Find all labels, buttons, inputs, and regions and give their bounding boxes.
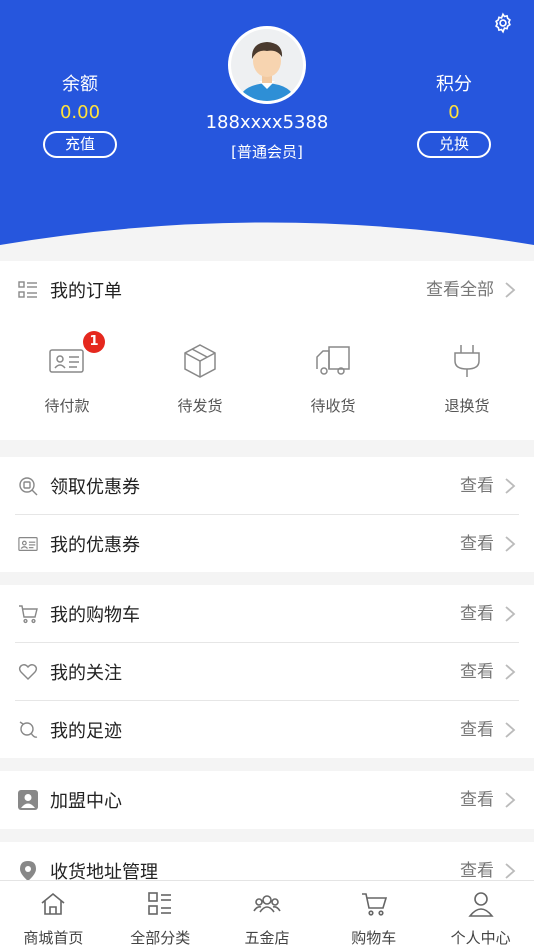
tab-cart[interactable]: 购物车 (320, 881, 427, 950)
view-all-orders-link[interactable]: 查看全部 (426, 261, 494, 319)
my-cart-view[interactable]: 查看 (460, 585, 494, 643)
orders-section: 我的订单 查看全部 1 待付款 待发货 待收货 退换货 (0, 261, 534, 440)
points-block: 积分 0 兑换 (394, 70, 514, 158)
pending-payment-badge: 1 (83, 331, 105, 353)
home-icon (41, 892, 65, 915)
my-coupons-row[interactable]: 我的优惠券 查看 (0, 515, 534, 573)
wallet-card-icon (49, 349, 84, 373)
chevron-right-icon (505, 478, 516, 494)
my-cart-title: 我的购物车 (50, 605, 140, 626)
shopping-section: 我的购物车 查看 我的关注 查看 我的足迹 查看 (0, 585, 534, 758)
avatar[interactable] (228, 26, 306, 104)
my-coupons-title: 我的优惠券 (50, 535, 140, 556)
heart-icon (18, 662, 38, 682)
bottom-tab-bar: 商城首页 全部分类 五金店 购物车 个人中心 (0, 880, 534, 950)
order-pending-receipt-label: 待收货 (310, 397, 356, 415)
order-returns[interactable]: 退换货 (422, 341, 512, 416)
my-follows-title: 我的关注 (50, 663, 122, 684)
tab-home[interactable]: 商城首页 (0, 881, 107, 950)
id-card-icon (18, 534, 38, 554)
tab-profile[interactable]: 个人中心 (427, 881, 534, 950)
tab-categories[interactable]: 全部分类 (107, 881, 214, 950)
coupon-search-icon (18, 476, 38, 496)
tab-hardware-store[interactable]: 五金店 (214, 881, 321, 950)
order-returns-label: 退换货 (444, 397, 490, 415)
my-footprints-title: 我的足迹 (50, 721, 122, 742)
tab-cart-label: 购物车 (351, 929, 397, 947)
tab-hardware-store-label: 五金店 (244, 929, 290, 947)
order-pending-receipt[interactable]: 待收货 (288, 341, 378, 416)
my-follows-view[interactable]: 查看 (460, 643, 494, 701)
my-follows-row[interactable]: 我的关注 查看 (0, 643, 534, 701)
user-icon (18, 790, 38, 810)
exchange-button[interactable]: 兑换 (417, 131, 491, 158)
orders-title: 我的订单 (50, 281, 122, 302)
plug-icon (454, 345, 480, 377)
franchise-title: 加盟中心 (50, 791, 122, 812)
footprint-icon (18, 720, 38, 740)
tab-profile-label: 个人中心 (450, 929, 511, 947)
tab-categories-label: 全部分类 (130, 929, 191, 947)
claim-coupons-title: 领取优惠券 (50, 477, 140, 498)
category-icon (148, 892, 172, 915)
person-icon (467, 892, 494, 917)
cart-icon (18, 604, 38, 624)
points-value: 0 (448, 102, 460, 123)
points-label: 积分 (436, 74, 472, 95)
order-pending-shipment[interactable]: 待发货 (155, 341, 245, 416)
franchise-view[interactable]: 查看 (460, 771, 494, 829)
chevron-right-icon (505, 536, 516, 552)
order-pending-payment[interactable]: 1 待付款 (22, 331, 112, 416)
coupons-section: 领取优惠券 查看 我的优惠券 查看 (0, 457, 534, 572)
my-coupons-view[interactable]: 查看 (460, 515, 494, 573)
order-pending-shipment-label: 待发货 (177, 397, 223, 415)
chevron-right-icon (505, 606, 516, 622)
franchise-row[interactable]: 加盟中心 查看 (0, 771, 534, 829)
list-icon (18, 280, 38, 300)
location-pin-icon (18, 861, 38, 881)
settings-gear-icon[interactable] (492, 12, 514, 34)
chevron-right-icon (505, 722, 516, 738)
claim-coupons-view[interactable]: 查看 (460, 457, 494, 515)
order-status-grid: 1 待付款 待发货 待收货 退换货 (0, 319, 534, 439)
cart-icon (361, 893, 387, 916)
chevron-right-icon (505, 863, 516, 879)
orders-header-row[interactable]: 我的订单 查看全部 (0, 261, 534, 319)
chevron-right-icon (505, 282, 516, 298)
truck-icon (316, 346, 350, 375)
tab-home-label: 商城首页 (23, 929, 84, 947)
order-pending-payment-label: 待付款 (44, 397, 90, 415)
my-footprints-row[interactable]: 我的足迹 查看 (0, 701, 534, 759)
claim-coupons-row[interactable]: 领取优惠券 查看 (0, 457, 534, 515)
balance-label: 余额 (62, 74, 98, 95)
chevron-right-icon (505, 792, 516, 808)
my-footprints-view[interactable]: 查看 (460, 701, 494, 759)
my-cart-row[interactable]: 我的购物车 查看 (0, 585, 534, 643)
chevron-right-icon (505, 664, 516, 680)
group-icon (253, 895, 281, 913)
profile-header: 余额 0.00 充值 188xxxx5388 [普通会员] 积分 0 兑换 (0, 0, 534, 245)
franchise-section: 加盟中心 查看 (0, 771, 534, 829)
box-icon (184, 344, 216, 378)
